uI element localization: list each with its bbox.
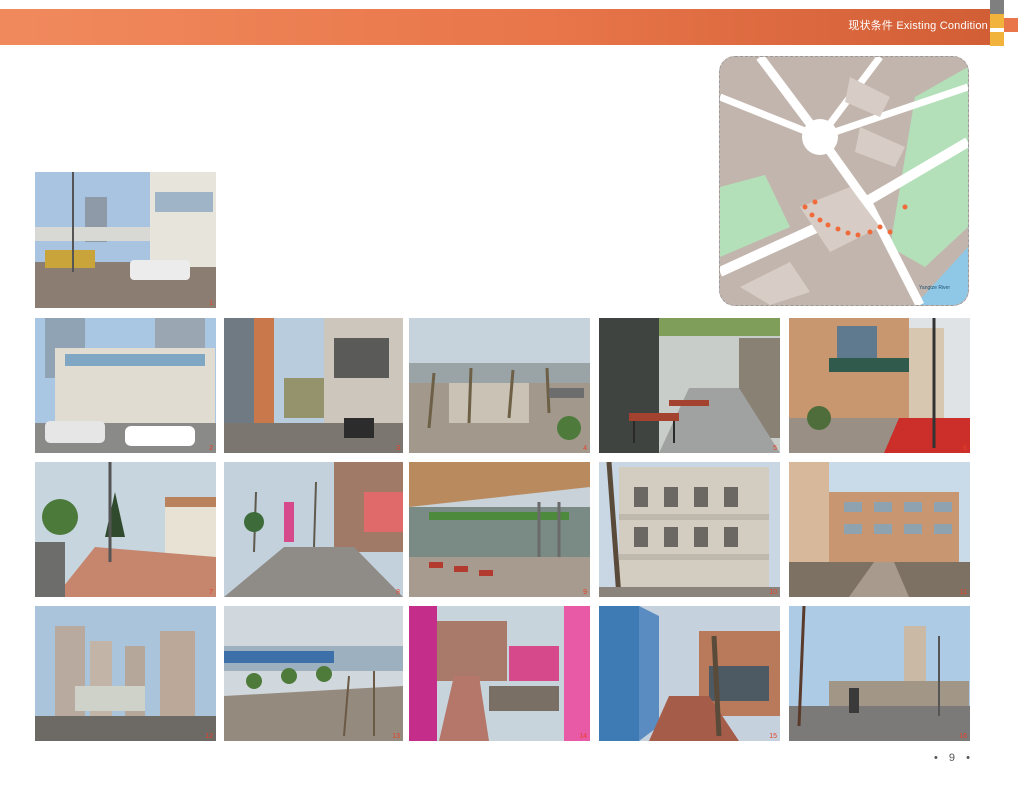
map-label-yangtze: Yangtze River bbox=[919, 285, 950, 291]
page-number: • 9 • bbox=[934, 752, 974, 764]
photo-number: 14 bbox=[579, 733, 587, 740]
photo-10: 10 bbox=[599, 462, 780, 597]
photo-number: 12 bbox=[205, 733, 213, 740]
photo-number: 6 bbox=[963, 445, 967, 452]
page-number-value: 9 bbox=[948, 752, 960, 764]
photo-1: 1 bbox=[35, 172, 216, 308]
deco-square-orange-2 bbox=[990, 32, 1004, 46]
photo-13: 13 bbox=[224, 606, 403, 741]
photo-3: 3 bbox=[224, 318, 403, 453]
photo-number: 2 bbox=[209, 445, 213, 452]
title-cn: 现状条件 bbox=[848, 20, 894, 32]
photo-4: 4 bbox=[409, 318, 590, 453]
deco-square-red bbox=[1004, 18, 1018, 32]
photo-2: 2 bbox=[35, 318, 216, 453]
title-en: Existing Condition bbox=[896, 20, 988, 32]
photo-11: 11 bbox=[789, 462, 970, 597]
photo-number: 9 bbox=[583, 589, 587, 596]
site-map: Yangtze River bbox=[719, 56, 969, 306]
photo-number: 1 bbox=[209, 300, 213, 307]
photo-number: 11 bbox=[959, 589, 967, 596]
photo-number: 15 bbox=[769, 733, 777, 740]
photo-12: 12 bbox=[35, 606, 216, 741]
photo-number: 13 bbox=[392, 733, 400, 740]
photo-number: 5 bbox=[773, 445, 777, 452]
photo-14: 14 bbox=[409, 606, 590, 741]
photo-5: 5 bbox=[599, 318, 780, 453]
photo-number: 4 bbox=[583, 445, 587, 452]
photo-16: 16 bbox=[789, 606, 970, 741]
photo-number: 3 bbox=[396, 445, 400, 452]
photo-9: 9 bbox=[409, 462, 590, 597]
photo-6: 6 bbox=[789, 318, 970, 453]
header-bar bbox=[0, 9, 990, 45]
photo-number: 10 bbox=[769, 589, 777, 596]
deco-square-orange bbox=[990, 14, 1004, 28]
photo-number: 16 bbox=[959, 733, 967, 740]
photo-number: 8 bbox=[396, 589, 400, 596]
page-title: 现状条件 Existing Condition bbox=[848, 9, 988, 45]
photo-7: 7 bbox=[35, 462, 216, 597]
deco-square-grey bbox=[990, 0, 1004, 14]
photo-8: 8 bbox=[224, 462, 403, 597]
photo-15: 15 bbox=[599, 606, 780, 741]
photo-number: 7 bbox=[209, 589, 213, 596]
